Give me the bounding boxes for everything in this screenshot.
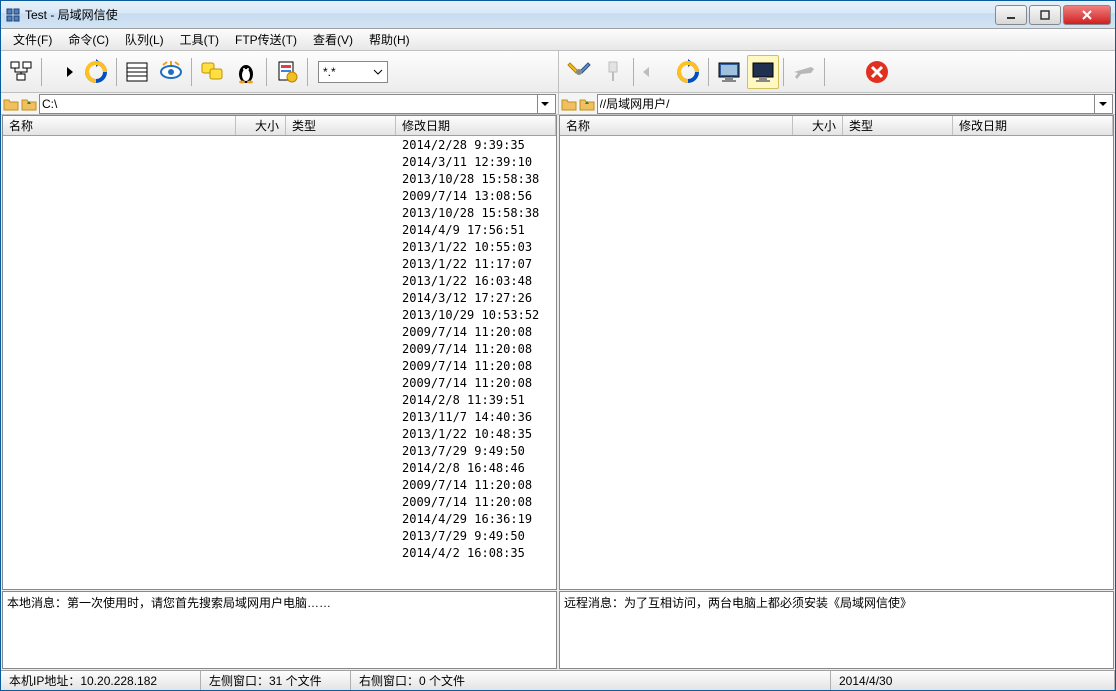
penguin-icon[interactable] (230, 55, 262, 89)
transfer-right-icon[interactable] (46, 55, 78, 89)
list-panes: 名称 大小 类型 修改日期 2014/2/28 9:39:352014/3/11… (1, 115, 1115, 590)
col-size[interactable]: 大小 (793, 116, 843, 135)
col-date[interactable]: 修改日期 (953, 116, 1113, 135)
menu-view[interactable]: 查看(V) (305, 29, 361, 50)
left-pane: 名称 大小 类型 修改日期 2014/2/28 9:39:352014/3/11… (2, 115, 557, 590)
right-path-input[interactable] (600, 97, 1095, 111)
refresh-remote-icon[interactable] (672, 55, 704, 89)
col-type[interactable]: 类型 (843, 116, 953, 135)
local-message[interactable]: 本地消息：第一次使用时，请您首先搜索局域网用户电脑…… (2, 591, 557, 669)
window-title: Test - 局域网信使 (25, 6, 995, 23)
statusbar: 本机IP地址：10.20.228.182 左侧窗口：31 个文件 右侧窗口：0 … (1, 670, 1115, 690)
table-row[interactable]: 2014/2/28 9:39:35 (3, 136, 556, 153)
network-icon[interactable] (5, 55, 37, 89)
left-file-list[interactable]: 2014/2/28 9:39:352014/3/11 12:39:102013/… (3, 136, 556, 589)
table-row[interactable]: 2009/7/14 11:20:08 (3, 476, 556, 493)
folder-up-icon[interactable] (21, 97, 37, 111)
folder-icon[interactable] (3, 97, 19, 111)
col-name[interactable]: 名称 (560, 116, 793, 135)
table-row[interactable]: 2013/11/7 14:40:36 (3, 408, 556, 425)
chevron-down-icon[interactable] (1094, 95, 1110, 113)
message-panes: 本地消息：第一次使用时，请您首先搜索局域网用户电脑…… 远程消息：为了互相访问，… (1, 590, 1115, 670)
status-ip: 本机IP地址：10.20.228.182 (1, 671, 201, 690)
table-row[interactable]: 2013/10/28 15:58:38 (3, 204, 556, 221)
chat-icon[interactable] (196, 55, 228, 89)
table-row[interactable]: 2009/7/14 11:20:08 (3, 340, 556, 357)
table-row[interactable]: 2013/1/22 11:17:07 (3, 255, 556, 272)
menu-command[interactable]: 命令(C) (60, 29, 117, 50)
table-row[interactable]: 2009/7/14 11:20:08 (3, 323, 556, 340)
chevron-down-icon (373, 67, 383, 77)
back-icon[interactable] (638, 55, 670, 89)
table-row[interactable]: 2014/3/12 17:27:26 (3, 289, 556, 306)
airplane-icon[interactable] (788, 55, 820, 89)
table-row[interactable]: 2009/7/14 13:08:56 (3, 187, 556, 204)
table-row[interactable]: 2013/10/28 15:58:38 (3, 170, 556, 187)
table-row[interactable]: 2013/10/29 10:53:52 (3, 306, 556, 323)
minimize-button[interactable] (995, 5, 1027, 25)
toolbar: *.* (1, 51, 1115, 93)
table-row[interactable]: 2009/7/14 11:20:08 (3, 357, 556, 374)
table-row[interactable]: 2014/2/8 16:48:46 (3, 459, 556, 476)
table-row[interactable]: 2014/4/29 16:36:19 (3, 510, 556, 527)
menu-ftp[interactable]: FTP传送(T) (227, 29, 305, 50)
error-icon[interactable] (861, 55, 893, 89)
tools-icon[interactable] (563, 55, 595, 89)
close-button[interactable] (1063, 5, 1111, 25)
table-row[interactable]: 2013/1/22 10:55:03 (3, 238, 556, 255)
table-row[interactable]: 2014/3/11 12:39:10 (3, 153, 556, 170)
right-file-list[interactable] (560, 136, 1113, 589)
filter-combo[interactable]: *.* (318, 61, 388, 83)
menu-tools[interactable]: 工具(T) (172, 29, 227, 50)
right-path-combo[interactable] (597, 94, 1114, 114)
col-date[interactable]: 修改日期 (396, 116, 556, 135)
menu-queue[interactable]: 队列(L) (117, 29, 172, 50)
app-window: Test - 局域网信使 文件(F) 命令(C) 队列(L) 工具(T) FTP… (0, 0, 1116, 691)
document-icon[interactable] (271, 55, 303, 89)
status-left-window: 左侧窗口：31 个文件 (201, 671, 351, 690)
eye-icon[interactable] (155, 55, 187, 89)
refresh-icon[interactable] (80, 55, 112, 89)
folder-icon[interactable] (561, 97, 577, 111)
list-view-icon[interactable] (121, 55, 153, 89)
monitor-moon-icon[interactable] (747, 55, 779, 89)
col-type[interactable]: 类型 (286, 116, 396, 135)
col-name[interactable]: 名称 (3, 116, 236, 135)
table-row[interactable]: 2014/4/9 17:56:51 (3, 221, 556, 238)
chevron-down-icon[interactable] (537, 95, 553, 113)
pathbar (1, 93, 1115, 115)
table-row[interactable]: 2013/1/22 10:48:35 (3, 425, 556, 442)
table-row[interactable]: 2009/7/14 11:20:08 (3, 493, 556, 510)
maximize-button[interactable] (1029, 5, 1061, 25)
col-size[interactable]: 大小 (236, 116, 286, 135)
status-date: 2014/4/30 (831, 671, 1115, 690)
folder-up-icon[interactable] (579, 97, 595, 111)
monitor-icon[interactable] (713, 55, 745, 89)
left-path-input[interactable] (42, 97, 537, 111)
menubar: 文件(F) 命令(C) 队列(L) 工具(T) FTP传送(T) 查看(V) 帮… (1, 29, 1115, 51)
table-row[interactable]: 2013/7/29 9:49:50 (3, 442, 556, 459)
table-row[interactable]: 2014/2/8 11:39:51 (3, 391, 556, 408)
app-icon (5, 7, 21, 23)
titlebar: Test - 局域网信使 (1, 1, 1115, 29)
table-row[interactable]: 2014/4/2 16:08:35 (3, 544, 556, 561)
right-header: 名称 大小 类型 修改日期 (560, 116, 1113, 136)
status-right-window: 右侧窗口：0 个文件 (351, 671, 831, 690)
remote-message[interactable]: 远程消息：为了互相访问，两台电脑上都必须安装《局域网信使》 (559, 591, 1114, 669)
left-header: 名称 大小 类型 修改日期 (3, 116, 556, 136)
table-row[interactable]: 2013/7/29 9:49:50 (3, 527, 556, 544)
right-pane: 名称 大小 类型 修改日期 (559, 115, 1114, 590)
menu-help[interactable]: 帮助(H) (361, 29, 418, 50)
disconnect-icon[interactable] (597, 55, 629, 89)
menu-file[interactable]: 文件(F) (5, 29, 60, 50)
table-row[interactable]: 2009/7/14 11:20:08 (3, 374, 556, 391)
table-row[interactable]: 2013/1/22 16:03:48 (3, 272, 556, 289)
left-path-combo[interactable] (39, 94, 556, 114)
